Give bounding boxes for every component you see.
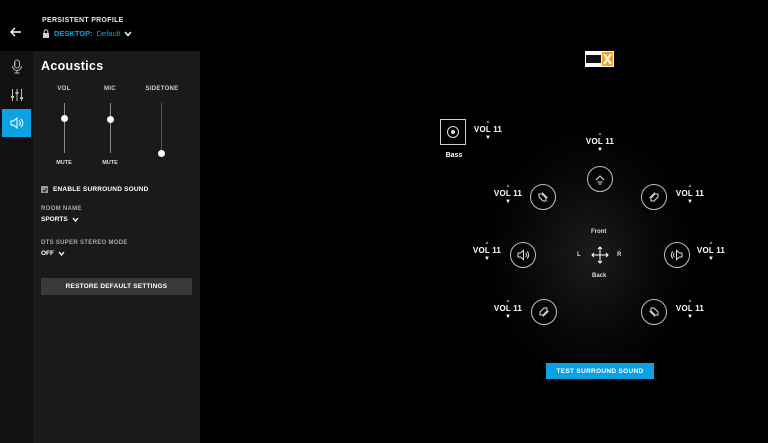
- chevron-down-icon: [72, 217, 79, 222]
- mic-slider-label: MIC: [104, 86, 116, 92]
- acoustics-panel: Acoustics VOL MUTE MIC MUTE SIDETONE ENA…: [33, 51, 200, 443]
- vol-mute-label[interactable]: MUTE: [49, 160, 79, 166]
- volume-down-icon[interactable]: ▼: [687, 199, 693, 206]
- volume-down-icon[interactable]: ▼: [597, 147, 603, 154]
- side-left-volume[interactable]: ▲ VOL 11 ▼: [470, 240, 504, 263]
- rear-right-speaker[interactable]: [641, 299, 667, 325]
- sidebar: [0, 51, 33, 443]
- sidebar-item-equalizer[interactable]: [2, 81, 31, 109]
- profile-name: DESKTOP:: [54, 29, 93, 38]
- volume-down-icon[interactable]: ▼: [687, 314, 693, 321]
- front-right-speaker[interactable]: [641, 184, 667, 210]
- room-name-dropdown[interactable]: SPORTS: [41, 216, 79, 223]
- back-button[interactable]: [6, 22, 26, 42]
- side-right-volume[interactable]: ▲ VOL 11 ▼: [694, 240, 728, 263]
- side-right-speaker-icon: [670, 249, 683, 261]
- volume-down-icon[interactable]: ▼: [505, 199, 511, 206]
- profile-label: PERSISTENT PROFILE: [42, 17, 124, 24]
- speaker-icon: [10, 116, 24, 130]
- front-label: Front: [591, 229, 607, 235]
- dts-mode-dropdown[interactable]: OFF: [41, 250, 65, 257]
- checkmark-icon: [42, 187, 47, 192]
- sidetone-slider-track[interactable]: [161, 103, 162, 153]
- surround-checkbox-label: ENABLE SURROUND SOUND: [53, 186, 149, 193]
- rear-left-volume-value: VOL 11: [493, 304, 523, 313]
- volume-down-icon[interactable]: ▼: [505, 314, 511, 321]
- sidebar-item-microphone[interactable]: [2, 53, 31, 81]
- arrow-left-icon: [10, 27, 21, 37]
- sidetone-slider-label: SIDETONE: [145, 86, 179, 92]
- dts-mode-label: DTS SUPER STEREO MODE: [41, 240, 128, 246]
- restore-default-button[interactable]: RESTORE DEFAULT SETTINGS: [41, 278, 192, 295]
- right-label: R: [617, 252, 622, 258]
- position-move-control[interactable]: [590, 245, 610, 265]
- side-right-volume-value: VOL 11: [696, 246, 726, 255]
- rear-right-volume-value: VOL 11: [675, 304, 705, 313]
- surround-checkbox[interactable]: [41, 186, 48, 193]
- room-name-label: ROOM NAME: [41, 206, 82, 212]
- front-right-speaker-icon: [649, 192, 659, 202]
- enable-surround-row[interactable]: ENABLE SURROUND SOUND: [41, 186, 149, 193]
- back-label: Back: [592, 273, 607, 279]
- microphone-icon: [11, 59, 22, 74]
- front-left-volume-value: VOL 11: [493, 189, 523, 198]
- rear-left-speaker-icon: [539, 307, 549, 317]
- rear-left-speaker[interactable]: [531, 299, 557, 325]
- rear-right-speaker-icon: [649, 307, 659, 317]
- rear-right-volume[interactable]: ▲ VOL 11 ▼: [673, 298, 707, 321]
- side-left-speaker-icon: [517, 249, 530, 261]
- bass-volume-value: VOL 11: [473, 125, 503, 134]
- front-right-volume[interactable]: ▲ VOL 11 ▼: [673, 183, 707, 206]
- mic-slider-thumb[interactable]: [107, 115, 114, 123]
- vol-slider-thumb[interactable]: [61, 114, 68, 122]
- move-arrows-icon: [591, 246, 609, 264]
- chevron-down-icon: [58, 251, 65, 256]
- bass-speaker-button[interactable]: [440, 119, 466, 145]
- side-right-speaker[interactable]: [664, 242, 690, 268]
- mic-slider-track[interactable]: [110, 103, 111, 153]
- left-label: L: [577, 252, 581, 258]
- sliders-icon: [10, 89, 23, 101]
- lock-icon: [43, 29, 49, 38]
- chevron-down-icon: [124, 31, 132, 37]
- profile-selector[interactable]: PERSISTENT PROFILE DESKTOP: Default: [42, 17, 132, 38]
- front-center-volume-value: VOL 11: [585, 137, 615, 146]
- room-name-value: SPORTS: [41, 216, 68, 223]
- front-left-speaker-icon: [538, 192, 548, 202]
- bass-volume[interactable]: ▲ VOL 11 ▼: [471, 119, 505, 142]
- sidebar-item-acoustics[interactable]: [2, 109, 31, 137]
- vol-slider-track[interactable]: [64, 103, 65, 153]
- bass-label: Bass: [445, 152, 463, 159]
- side-left-speaker[interactable]: [510, 242, 536, 268]
- rear-left-volume[interactable]: ▲ VOL 11 ▼: [491, 298, 525, 321]
- profile-value: Default: [96, 29, 121, 38]
- panel-title: Acoustics: [41, 59, 104, 73]
- dts-mode-value: OFF: [41, 250, 54, 257]
- vol-slider-label: VOL: [57, 86, 71, 92]
- volume-down-icon[interactable]: ▼: [708, 256, 714, 263]
- front-left-volume[interactable]: ▲ VOL 11 ▼: [491, 183, 525, 206]
- front-center-speaker[interactable]: [587, 166, 613, 192]
- center-speaker-icon: [595, 175, 605, 185]
- front-left-speaker[interactable]: [530, 184, 556, 210]
- subwoofer-icon: [447, 126, 459, 138]
- test-surround-sound-button[interactable]: TEST SURROUND SOUND: [546, 363, 654, 379]
- sidetone-slider-thumb[interactable]: [158, 149, 165, 157]
- dts-headphone-x-logo: [585, 51, 614, 67]
- front-right-volume-value: VOL 11: [675, 189, 705, 198]
- volume-down-icon[interactable]: ▼: [484, 256, 490, 263]
- volume-down-icon[interactable]: ▼: [485, 135, 491, 142]
- front-center-volume[interactable]: ▲ VOL 11 ▼: [583, 131, 617, 154]
- mic-mute-label[interactable]: MUTE: [95, 160, 125, 166]
- side-left-volume-value: VOL 11: [472, 246, 502, 255]
